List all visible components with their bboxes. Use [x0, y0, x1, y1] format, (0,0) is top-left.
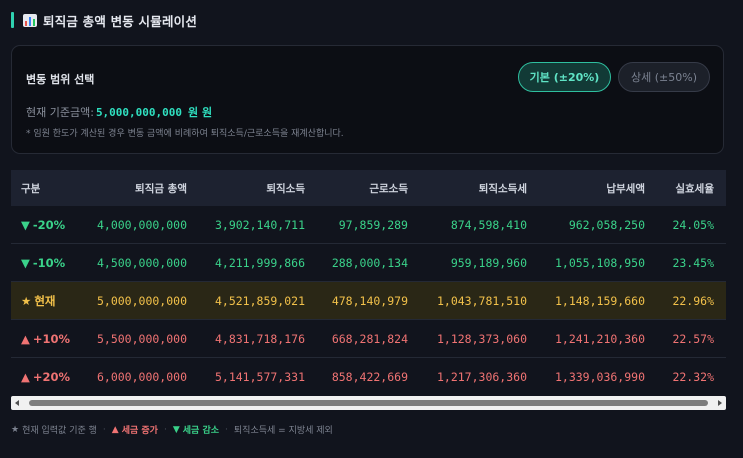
earned-income-cell: 288,000,134	[331, 255, 408, 270]
row-label-text: +20%	[32, 369, 71, 384]
scroll-right-arrow-icon[interactable]	[718, 400, 722, 406]
current-amount-unit: 원 원	[188, 106, 213, 119]
range-select-label: 변동 범위 선택	[26, 73, 95, 86]
basic-range-button[interactable]: 기본 (±20%)	[518, 62, 611, 92]
earned-income-cell: 668,281,824	[331, 331, 408, 346]
column-header-earned-income: 근로소득	[369, 182, 408, 195]
recalculation-note: * 임원 한도가 계산된 경우 변동 금액에 비례하여 퇴직소득/근로소득을 재…	[26, 129, 344, 139]
current-amount-value: 5,000,000,000	[95, 105, 183, 119]
page-header: 퇴직금 총액 변동 시뮬레이션	[11, 11, 197, 29]
retirement-income-cell: 5,141,577,331	[214, 369, 305, 384]
earned-income-cell: 858,422,669	[331, 369, 408, 384]
column-header-total: 퇴직금 총액	[135, 182, 187, 195]
row-label: ▼ -10%	[21, 244, 91, 281]
effective-rate-cell: 23.45%	[672, 255, 714, 270]
table-row: ▲ +10% 5,500,000,000 4,831,718,176 668,2…	[11, 320, 726, 358]
total-cell: 5,500,000,000	[96, 331, 187, 346]
legend-up-text: 세금 증가	[121, 426, 158, 436]
column-header-category: 구분	[21, 182, 41, 195]
legend-separator: ·	[163, 424, 167, 435]
up-triangle-icon: ▲	[21, 369, 30, 384]
current-amount-line: 현재 기준금액: 5,000,000,000 원 원	[26, 104, 212, 120]
retirement-income-cell: 4,521,859,021	[214, 293, 305, 308]
down-triangle-icon: ▼	[21, 255, 30, 270]
row-label: ▲ +20%	[21, 358, 91, 394]
total-cell: 4,000,000,000	[96, 217, 187, 232]
payable-tax-cell: 1,241,210,360	[554, 331, 645, 346]
title-accent-bar	[11, 12, 14, 28]
row-label-text: -10%	[32, 255, 66, 270]
legend-footnote: 퇴직소득세 = 지방세 제외	[233, 426, 333, 436]
payable-tax-cell: 1,339,036,990	[554, 369, 645, 384]
current-amount-label: 현재 기준금액:	[26, 106, 94, 119]
up-triangle-icon: ▲	[111, 424, 119, 435]
retirement-income-cell: 3,902,140,711	[214, 217, 305, 232]
row-label-text: -20%	[32, 217, 66, 232]
star-icon: ★	[11, 424, 20, 435]
bar-chart-icon	[23, 13, 37, 27]
retirement-tax-cell: 1,217,306,360	[436, 369, 527, 384]
payable-tax-cell: 1,148,159,660	[554, 293, 645, 308]
table-row: ▲ +20% 6,000,000,000 5,141,577,331 858,4…	[11, 358, 726, 394]
total-cell: 4,500,000,000	[96, 255, 187, 270]
down-triangle-icon: ▼	[21, 217, 30, 232]
retirement-tax-cell: 1,128,373,060	[436, 331, 527, 346]
retirement-income-cell: 4,211,999,866	[214, 255, 305, 270]
earned-income-cell: 97,859,289	[338, 217, 408, 232]
star-icon: ★	[21, 293, 32, 308]
effective-rate-cell: 22.32%	[672, 369, 714, 384]
row-label: ▲ +10%	[21, 320, 91, 357]
page-title: 퇴직금 총액 변동 시뮬레이션	[43, 13, 198, 29]
simulation-table: 구분 퇴직금 총액 퇴직소득 근로소득 퇴직소득세 납부세액 실효세율 ▼ -2…	[11, 170, 726, 394]
total-cell: 6,000,000,000	[96, 369, 187, 384]
row-label: ▼ -20%	[21, 206, 91, 243]
table-legend: ★ 현재 입력값 기준 행 · ▲ 세금 증가 · ▼ 세금 감소 · 퇴직소득…	[11, 423, 333, 437]
horizontal-scrollbar[interactable]	[11, 396, 726, 410]
legend-down-text: 세금 감소	[182, 426, 220, 436]
payable-tax-cell: 1,055,108,950	[554, 255, 645, 270]
effective-rate-cell: 22.57%	[672, 331, 714, 346]
effective-rate-cell: 22.96%	[672, 293, 714, 308]
detail-range-button[interactable]: 상세 (±50%)	[618, 62, 710, 92]
retirement-income-cell: 4,831,718,176	[214, 331, 305, 346]
row-label-text: +10%	[32, 331, 71, 346]
table-row-current: ★ 현재 5,000,000,000 4,521,859,021 478,140…	[11, 282, 726, 320]
table-row: ▼ -10% 4,500,000,000 4,211,999,866 288,0…	[11, 244, 726, 282]
table-header: 구분 퇴직금 총액 퇴직소득 근로소득 퇴직소득세 납부세액 실효세율	[11, 170, 726, 206]
range-control-panel: 변동 범위 선택 기본 (±20%) 상세 (±50%) 현재 기준금액: 5,…	[11, 45, 724, 154]
legend-separator: ·	[225, 424, 228, 435]
retirement-tax-cell: 1,043,781,510	[436, 293, 527, 308]
table-row: ▼ -20% 4,000,000,000 3,902,140,711 97,85…	[11, 206, 726, 244]
column-header-retirement-income: 퇴직소득	[266, 182, 305, 195]
earned-income-cell: 478,140,979	[331, 293, 408, 308]
retirement-tax-cell: 959,189,960	[450, 255, 527, 270]
effective-rate-cell: 24.05%	[672, 217, 714, 232]
row-label: ★ 현재	[21, 282, 91, 319]
legend-separator: ·	[102, 424, 106, 435]
retirement-tax-cell: 874,598,410	[450, 217, 527, 232]
legend-current-text: 현재 입력값 기준 행	[22, 426, 97, 436]
column-header-effective-rate: 실효세율	[675, 182, 714, 195]
payable-tax-cell: 962,058,250	[568, 217, 645, 232]
up-triangle-icon: ▲	[21, 331, 30, 346]
total-cell: 5,000,000,000	[96, 293, 187, 308]
scroll-left-arrow-icon[interactable]	[15, 400, 19, 406]
scrollbar-thumb[interactable]	[29, 400, 708, 406]
column-header-payable-tax: 납부세액	[606, 182, 645, 195]
column-header-retirement-tax: 퇴직소득세	[478, 182, 527, 195]
row-label-text: 현재	[34, 293, 56, 308]
down-triangle-icon: ▼	[172, 424, 180, 435]
